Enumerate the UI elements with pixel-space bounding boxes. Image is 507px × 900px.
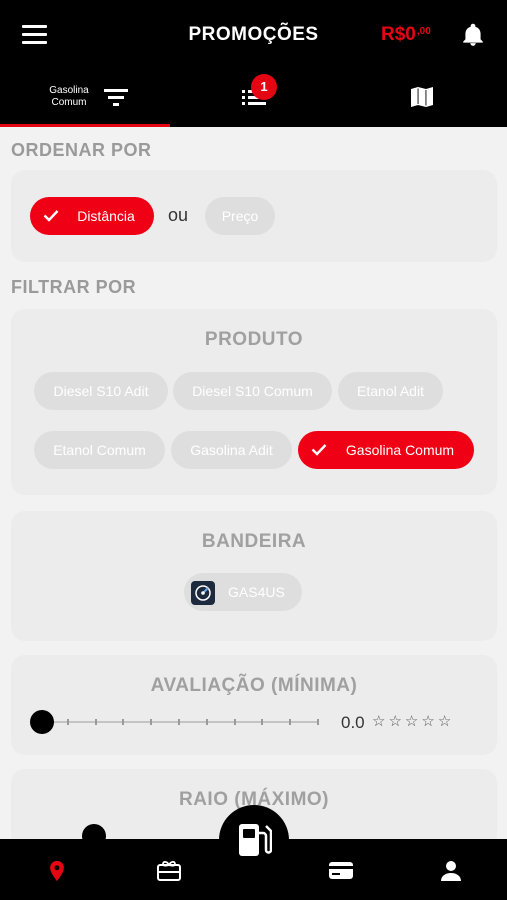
tab-list[interactable]: 1 [170, 72, 338, 127]
fuel-pump-button[interactable] [219, 805, 289, 875]
star-icon: ☆ [388, 713, 405, 730]
order-distance-chip[interactable]: Distância [30, 197, 154, 235]
nav-wallet[interactable] [310, 839, 370, 900]
slider-tick [205, 719, 208, 725]
product-chip-diesel-s10-comum[interactable]: Diesel S10 Comum [173, 372, 332, 410]
product-chip-gasolina-comum[interactable]: Gasolina Comum [298, 431, 474, 469]
balance-cents: ,00 [416, 26, 431, 37]
rating-value: 0.0 [341, 713, 365, 732]
tab-bar: Gasolina Comum 1 [0, 72, 507, 127]
rating-slider-thumb[interactable] [30, 710, 54, 734]
rating-title: AVALIAÇÃO (MÍNIMA) [150, 675, 358, 696]
product-chip-diesel-s10-adit[interactable]: Diesel S10 Adit [34, 372, 168, 410]
balance-display[interactable]: R$0,00 [381, 24, 431, 46]
product-gasolina-comum-label: Gasolina Comum [345, 442, 455, 458]
map-icon [411, 87, 433, 107]
order-price-chip[interactable]: Preço [205, 197, 275, 235]
product-chip-etanol-adit[interactable]: Etanol Adit [338, 372, 443, 410]
top-bar: PROMOÇÕES R$0,00 Gasolina Comum 1 [0, 0, 507, 127]
rating-card: AVALIAÇÃO (MÍNIMA) [11, 655, 497, 755]
product-title: PRODUTO [204, 329, 304, 350]
flag-chip-label: GAS4US [228, 584, 285, 600]
gas4us-logo-icon [191, 581, 215, 605]
product-chip-gasolina-adit[interactable]: Gasolina Adit [171, 431, 292, 469]
order-distance-label: Distância [77, 208, 135, 224]
slider-tick [317, 719, 319, 725]
slider-tick [94, 719, 97, 725]
rating-stars: ☆☆☆☆☆ [372, 712, 454, 730]
slider-tick [66, 719, 69, 725]
wallet-card-icon [329, 862, 353, 879]
nav-location[interactable] [28, 839, 88, 900]
filter-icon [104, 89, 128, 106]
slider-tick [289, 719, 292, 725]
rating-slider[interactable] [30, 709, 320, 735]
tab-fuel-filter[interactable]: Gasolina Comum [0, 72, 170, 127]
notification-badge: 1 [251, 74, 277, 100]
star-icon: ☆ [437, 713, 455, 730]
slider-tick [178, 719, 180, 725]
slider-tick [261, 719, 264, 725]
star-icon: ☆ [421, 713, 438, 730]
nav-rewards[interactable] [138, 839, 198, 900]
slider-tick [233, 719, 236, 725]
bell-icon[interactable] [460, 22, 486, 48]
product-chip-etanol-comum[interactable]: Etanol Comum [34, 431, 165, 469]
flag-title: BANDEIRA [201, 531, 307, 552]
star-icon: ☆ [372, 713, 389, 730]
user-icon [441, 861, 461, 881]
nav-profile[interactable] [421, 839, 481, 900]
order-separator: ou [168, 205, 189, 225]
filter-section-title: FILTRAR POR [11, 277, 137, 297]
location-pin-icon [50, 860, 64, 882]
fuel-pump-icon [239, 824, 272, 856]
tab-map[interactable] [338, 72, 507, 127]
selected-fuel-label: Gasolina Comum [49, 85, 89, 108]
slider-tick [122, 719, 125, 725]
balance-amount: R$0 [381, 24, 416, 45]
slider-tick [150, 719, 153, 725]
filter-panel[interactable]: ORDENAR POR Distância ou Preço FILTRAR P… [0, 127, 507, 839]
flag-chip-gas4us[interactable]: GAS4US [184, 573, 302, 611]
gift-card-icon [157, 860, 181, 881]
star-icon: ☆ [404, 713, 422, 730]
order-section-title: ORDENAR POR [11, 140, 152, 160]
